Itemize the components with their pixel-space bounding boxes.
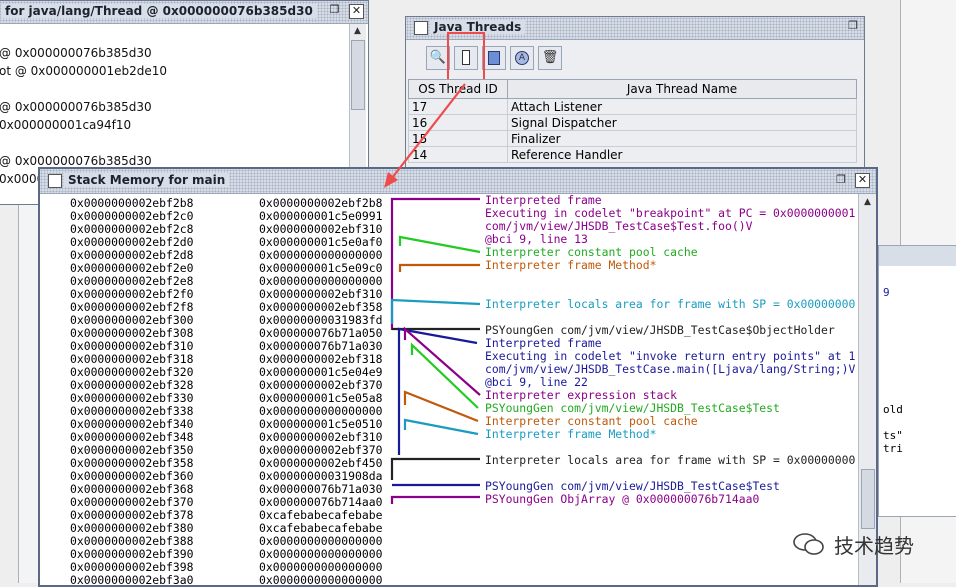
thread-name-cell: Reference Handler: [507, 146, 857, 163]
thread-name-cell: Attach Listener: [507, 98, 857, 115]
stack-value: 0x0000000000000000: [259, 573, 383, 587]
column-header-os-thread-id[interactable]: OS Thread ID: [408, 79, 508, 99]
scroll-up-icon[interactable]: ▲: [861, 196, 874, 209]
frame-annotation: Interpreter constant pool cache: [485, 415, 698, 428]
close-icon[interactable]: ✕: [349, 4, 364, 19]
highlight-box: [447, 32, 485, 83]
table-row[interactable]: 16 Signal Dispatcher: [408, 114, 857, 131]
right-partial-line: tri: [883, 442, 903, 455]
thread-id-cell: 16: [408, 114, 508, 131]
restore-icon[interactable]: ❐: [327, 4, 342, 19]
restore-icon[interactable]: ❐: [848, 19, 858, 32]
inspector-line: @ 0x000000076b385d30: [0, 100, 152, 114]
right-partial-line: ts": [883, 429, 903, 442]
inspector-line: @ 0x000000076b385d30: [0, 46, 152, 60]
delete-thread-button[interactable]: 🗑: [538, 46, 562, 70]
frame-annotation: Interpreter frame Method*: [485, 428, 657, 441]
frame-annotation: Interpreted frame: [485, 337, 602, 350]
stack-memory-title: Stack Memory for main: [64, 173, 230, 187]
scroll-thumb[interactable]: [861, 469, 875, 529]
watermark-text: 技术趋势: [834, 534, 914, 558]
thread-id-cell: 17: [408, 98, 508, 115]
frame-annotation: com/jvm/view/JHSDB_TestCase.main([Ljava/…: [485, 363, 856, 376]
restore-icon[interactable]: ❐: [836, 173, 846, 186]
frame-annotation: Interpreted frame: [485, 194, 602, 207]
frame-annotation: Interpreter locals area for frame with S…: [485, 454, 856, 467]
thread-info-button[interactable]: A: [510, 46, 534, 70]
inspector-line: ot @ 0x000000001eb2de10: [0, 64, 168, 78]
frame-annotation: Interpreter frame Method*: [485, 259, 657, 272]
scroll-up-icon[interactable]: ▲: [351, 25, 364, 38]
table-row[interactable]: 14 Reference Handler: [408, 146, 857, 163]
right-partial-line: 9: [883, 286, 890, 299]
table-header: OS Thread ID Java Thread Name: [408, 79, 857, 99]
frame-annotation: PSYoungGen ObjArray @ 0x000000076b714aa0: [485, 493, 760, 506]
table-row[interactable]: 17 Attach Listener: [408, 98, 857, 115]
window-icon: [48, 174, 62, 188]
window-icon: [414, 21, 428, 35]
frame-annotation: PSYoungGen com/jvm/view/JHSDB_TestCase$T…: [485, 480, 780, 493]
background-window-left: [18, 205, 39, 583]
right-partial-line: old: [883, 403, 903, 416]
thread-info-icon: A: [515, 50, 529, 65]
wechat-icon: [793, 533, 824, 555]
frame-annotation: @bci 9, line 13: [485, 233, 588, 246]
object-inspector-titlebar[interactable]: for java/lang/Thread @ 0x000000076b385d3…: [0, 1, 368, 24]
frame-annotation: PSYoungGen com/jvm/view/JHSDB_TestCase$T…: [485, 402, 780, 415]
column-header-java-thread-name[interactable]: Java Thread Name: [507, 79, 857, 99]
frame-annotation: Interpreter locals area for frame with S…: [485, 298, 856, 311]
frame-annotation: com/jvm/view/JHSDB_TestCase$Test.foo()V: [485, 220, 753, 233]
table-row[interactable]: 15 Finalizer: [408, 130, 857, 147]
background-window-right: 9 old ts" tri: [878, 245, 956, 517]
frame-annotation: Interpreter constant pool cache: [485, 246, 698, 259]
thread-id-cell: 15: [408, 130, 508, 147]
thread-id-cell: 14: [408, 146, 508, 163]
frame-annotation: Executing in codelet "invoke return entr…: [485, 350, 856, 363]
frame-annotation: PSYoungGen com/jvm/view/JHSDB_TestCase$O…: [485, 324, 835, 337]
frame-annotation: @bci 9, line 22: [485, 376, 588, 389]
frame-annotation: Executing in codelet "breakpoint" at PC …: [485, 207, 856, 220]
stack-memory-scrollbar[interactable]: ▲: [858, 194, 876, 585]
threads-table: OS Thread ID Java Thread Name 17 Attach …: [408, 79, 857, 163]
scroll-thumb[interactable]: [351, 40, 365, 110]
inspector-line: 0x000000001ca94f10: [0, 118, 132, 132]
trash-icon: 🗑: [541, 50, 559, 65]
inspector-line: @ 0x000000076b385d30: [0, 154, 152, 168]
thread-name-cell: Finalizer: [507, 130, 857, 147]
stack-address: 0x0000000002ebf3a0: [70, 573, 194, 587]
object-inspector-title: for java/lang/Thread @ 0x000000076b385d3…: [1, 4, 317, 18]
stack-memory-titlebar[interactable]: Stack Memory for main ❐ ✕: [40, 169, 876, 194]
frame-annotation: Interpreter expression stack: [485, 389, 678, 402]
thread-name-cell: Signal Dispatcher: [507, 114, 857, 131]
close-icon[interactable]: ✕: [855, 173, 870, 188]
stack-trace-icon: [488, 50, 500, 65]
watermark: 技术趋势: [792, 530, 942, 558]
stack-trace-button[interactable]: [482, 46, 506, 70]
